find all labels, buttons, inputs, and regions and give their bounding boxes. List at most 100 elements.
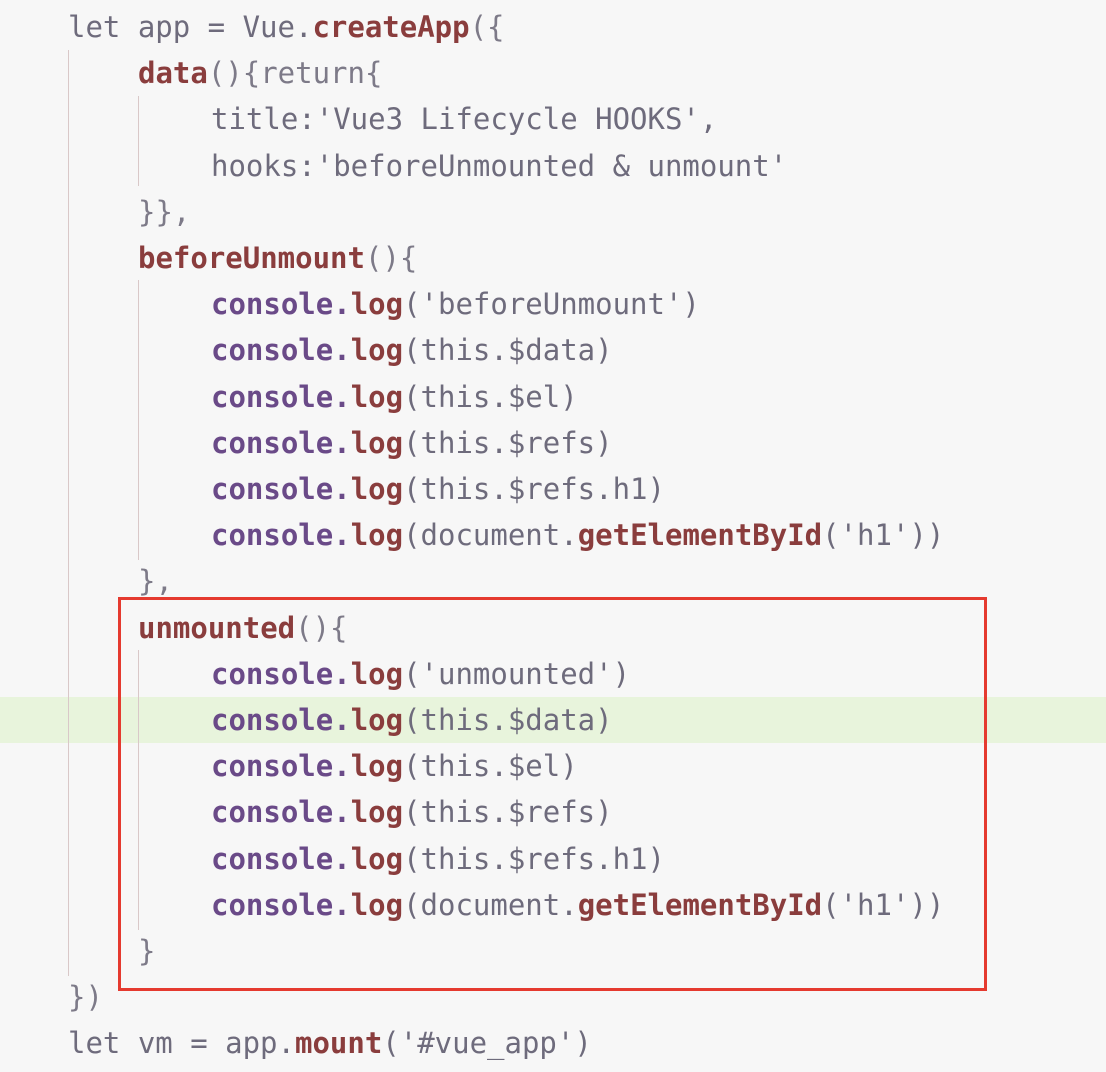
code-text: console.log(this.$refs) xyxy=(211,789,613,835)
code-token: log xyxy=(350,749,404,784)
code-token: beforeUnmount xyxy=(138,241,365,275)
code-line[interactable]: unmounted(){ xyxy=(0,605,1106,651)
code-token: console. xyxy=(211,656,351,691)
code-line[interactable]: data(){return{ xyxy=(0,50,1106,96)
code-token: createApp xyxy=(312,10,470,44)
code-token: console. xyxy=(211,795,351,830)
code-line[interactable]: let vm = app.mount('#vue_app') xyxy=(0,1020,1106,1066)
code-token: log xyxy=(350,379,404,414)
code-line[interactable]: } xyxy=(0,928,1106,974)
code-line[interactable]: console.log(this.$el) xyxy=(0,743,1106,789)
code-line[interactable]: console.log('beforeUnmount') xyxy=(0,281,1106,327)
indent-guide-data xyxy=(138,96,139,186)
code-token: ('h1')) xyxy=(822,518,945,553)
code-token: console. xyxy=(211,472,351,506)
code-token: (this.$refs) xyxy=(403,795,613,830)
code-line[interactable]: console.log(this.$refs) xyxy=(0,789,1106,835)
indent-guide-unmounted xyxy=(138,650,139,930)
code-line[interactable]: beforeUnmount(){ xyxy=(0,235,1106,281)
code-token: getElementById xyxy=(577,518,823,553)
code-token: (this.$refs) xyxy=(403,425,613,460)
code-line[interactable]: }, xyxy=(0,558,1106,604)
code-token: console. xyxy=(211,749,351,784)
code-token: console. xyxy=(211,703,351,737)
code-token: (this.$el) xyxy=(403,749,578,784)
code-token: console. xyxy=(211,841,351,876)
code-token: log xyxy=(350,425,404,460)
code-text: data(){return{ xyxy=(138,50,382,96)
code-token: console. xyxy=(211,333,351,368)
code-token: let app = Vue. xyxy=(68,10,313,44)
code-line[interactable]: console.log(this.$data) xyxy=(0,697,1106,743)
code-token: }}, xyxy=(138,194,191,229)
code-token: data xyxy=(138,56,208,91)
code-text: unmounted(){ xyxy=(138,605,348,651)
code-text: console.log(document.getElementById('h1'… xyxy=(211,512,944,558)
code-token: log xyxy=(350,518,404,553)
code-text: console.log(this.$refs) xyxy=(211,420,613,466)
code-text: let vm = app.mount('#vue_app') xyxy=(68,1020,592,1066)
code-text: console.log(this.$refs.h1) xyxy=(211,836,665,882)
code-token: }, xyxy=(138,564,173,599)
code-editor[interactable]: let vm = app.mount('#vue_app')})} console… xyxy=(0,0,1106,1072)
code-line[interactable]: console.log('unmounted') xyxy=(0,651,1106,697)
code-line[interactable]: title:'Vue3 Lifecycle HOOKS', xyxy=(0,96,1106,142)
code-token: (this.$el) xyxy=(403,379,578,414)
code-token: (this.$data) xyxy=(403,703,613,737)
code-text: console.log(this.$data) xyxy=(211,327,613,373)
code-line[interactable]: console.log(this.$data) xyxy=(0,327,1106,373)
code-text: title:'Vue3 Lifecycle HOOKS', xyxy=(211,96,717,142)
code-token: log xyxy=(350,795,404,830)
code-line[interactable]: }}, xyxy=(0,189,1106,235)
code-token: console. xyxy=(211,379,351,414)
code-token: console. xyxy=(211,425,351,460)
code-token: log xyxy=(350,656,404,691)
code-token: (){ xyxy=(295,610,348,645)
code-token: (this.$refs.h1) xyxy=(403,841,665,876)
code-token: log xyxy=(350,841,404,876)
code-token: (){return{ xyxy=(207,56,383,91)
code-token: } xyxy=(138,934,156,968)
code-text: hooks:'beforeUnmounted & unmount' xyxy=(211,143,787,189)
code-line[interactable]: console.log(this.$el) xyxy=(0,374,1106,420)
code-text: console.log(this.$data) xyxy=(211,697,613,743)
code-token: ('beforeUnmount') xyxy=(403,287,700,322)
code-token: (){ xyxy=(364,241,418,275)
code-token: ('unmounted') xyxy=(403,656,631,691)
code-token: log xyxy=(350,333,404,368)
code-line[interactable]: hooks:'beforeUnmounted & unmount' xyxy=(0,143,1106,189)
code-text: } xyxy=(138,928,155,974)
code-text: }) xyxy=(68,974,103,1020)
indent-guide-outer xyxy=(68,50,69,976)
code-token: title:'Vue3 Lifecycle HOOKS', xyxy=(211,102,718,137)
code-text: }}, xyxy=(138,189,190,235)
code-line[interactable]: let app = Vue.createApp({ xyxy=(0,4,1106,50)
code-token: console. xyxy=(211,887,351,922)
code-text: console.log(this.$el) xyxy=(211,743,578,789)
code-text: let app = Vue.createApp({ xyxy=(68,4,505,50)
code-token: (document. xyxy=(403,518,578,553)
code-token: ({ xyxy=(469,10,505,44)
code-text: }, xyxy=(138,558,173,604)
code-line[interactable]: console.log(this.$refs.h1) xyxy=(0,836,1106,882)
code-token: let vm = app. xyxy=(68,1026,295,1061)
code-line[interactable]: }) xyxy=(0,974,1106,1020)
code-text: console.log(this.$refs.h1) xyxy=(211,466,665,512)
indent-guide-beforeunmount xyxy=(138,280,139,560)
code-token: unmounted xyxy=(138,610,296,645)
code-text: console.log('beforeUnmount') xyxy=(211,281,700,327)
code-text: console.log('unmounted') xyxy=(211,651,630,697)
code-token: hooks:'beforeUnmounted & unmount' xyxy=(211,148,788,183)
code-text: console.log(document.getElementById('h1'… xyxy=(211,882,944,928)
code-token: console. xyxy=(211,287,351,322)
code-token: log xyxy=(350,472,404,506)
code-line[interactable]: console.log(this.$refs) xyxy=(0,420,1106,466)
code-token: getElementById xyxy=(577,887,823,922)
code-token: log xyxy=(350,287,404,322)
code-token: console. xyxy=(211,518,351,553)
code-token: (this.$data) xyxy=(403,333,613,368)
code-line[interactable]: console.log(document.getElementById('h1'… xyxy=(0,882,1106,928)
code-line[interactable]: console.log(this.$refs.h1) xyxy=(0,466,1106,512)
code-text: console.log(this.$el) xyxy=(211,374,578,420)
code-line[interactable]: console.log(document.getElementById('h1'… xyxy=(0,512,1106,558)
